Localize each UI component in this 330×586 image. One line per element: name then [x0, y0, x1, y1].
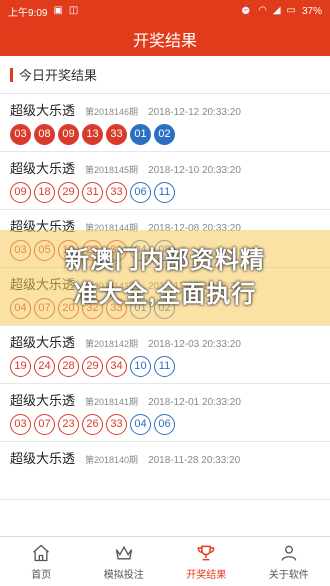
red-ball: 03: [10, 124, 31, 145]
overlay-line-1: 新澳门内部资料精: [65, 246, 265, 274]
draw-name: 超级大乐透: [10, 451, 76, 466]
blue-ball: 06: [154, 414, 175, 435]
draw-name: 超级大乐透: [10, 161, 76, 176]
section-accent-bar: [10, 67, 13, 82]
red-ball: 09: [58, 124, 79, 145]
red-ball: 28: [58, 356, 79, 377]
page-title: 开奖结果: [132, 33, 197, 50]
draw-row[interactable]: 超级大乐透 第2018145期 2018-12-10 20:33:20 09 18 29 3…: [0, 152, 330, 210]
alarm-icon: ⏰: [239, 5, 253, 16]
section-title: 今日开奖结果: [19, 68, 98, 83]
blue-ball: 11: [154, 356, 175, 377]
notification-icon: ▣: [53, 5, 63, 16]
draw-row[interactable]: 超级大乐透 第2018141期 2018-12-01 20:33:20 03 07 23 2…: [0, 384, 330, 442]
battery-level: 37%: [301, 5, 322, 17]
draw-header: 超级大乐透 第2018145期 2018-12-10 20:33:20: [10, 158, 320, 176]
draw-issue: 第2018146期: [85, 107, 139, 117]
red-ball: 09: [10, 182, 31, 203]
tab-about[interactable]: 关于软件: [248, 537, 330, 586]
draw-time: 2018-11-28 20:33:20: [148, 455, 241, 466]
draw-header: 超级大乐透 第2018142期 2018-12-03 20:33:20: [10, 332, 320, 350]
red-ball: 29: [82, 356, 103, 377]
signal-icon: ◢: [272, 5, 281, 16]
red-ball: 08: [34, 124, 55, 145]
red-ball: 31: [82, 182, 103, 203]
home-icon: [33, 544, 50, 561]
section-header: 今日开奖结果: [0, 56, 330, 94]
draw-time: 2018-12-12 20:33:20: [148, 107, 241, 118]
blue-ball: 01: [130, 124, 151, 145]
battery-icon: ▭: [286, 5, 296, 16]
red-ball: 33: [106, 124, 127, 145]
ball-group: 03 07 23 26 33 04 06: [10, 414, 320, 435]
red-ball: 03: [10, 414, 31, 435]
status-bar: 上午9:09 ▣ ◫ ⏰ ◠ ◢ ▭ 37%: [0, 0, 330, 22]
app-header: 开奖结果: [0, 22, 330, 56]
draw-issue: 第2018140期: [85, 455, 139, 465]
draw-row[interactable]: 超级大乐透 第2018140期 2018-11-28 20:33:20: [0, 442, 330, 500]
draw-issue: 第2018142期: [85, 339, 139, 349]
red-ball: 07: [34, 414, 55, 435]
ball-group: 09 18 29 31 33 06 11: [10, 182, 320, 203]
draw-time: 2018-12-01 20:33:20: [148, 397, 241, 408]
red-ball: 23: [58, 414, 79, 435]
wifi-icon: ◠: [258, 5, 267, 16]
red-ball: 33: [106, 182, 127, 203]
blue-ball: 04: [130, 414, 151, 435]
red-ball: 13: [82, 124, 103, 145]
draw-issue: 第2018141期: [85, 397, 139, 407]
draw-name: 超级大乐透: [10, 393, 76, 408]
draw-header: 超级大乐透 第2018141期 2018-12-01 20:33:20: [10, 390, 320, 408]
overlay-banner: 新澳门内部资料精 准大全,全面执行: [0, 230, 330, 325]
draw-time: 2018-12-03 20:33:20: [148, 339, 241, 350]
crown-icon: [115, 545, 132, 559]
ball-group: 19 24 28 29 34 10 11: [10, 356, 320, 377]
red-ball: 18: [34, 182, 55, 203]
red-ball: 33: [106, 414, 127, 435]
tab-label: 关于软件: [268, 569, 309, 581]
status-time: 上午9:09: [8, 7, 48, 19]
tab-mock-bet[interactable]: 模拟投注: [83, 537, 166, 586]
trophy-icon: [198, 545, 215, 560]
draw-header: 超级大乐透 第2018140期 2018-11-28 20:33:20: [10, 448, 320, 466]
draw-issue: 第2018145期: [85, 165, 139, 175]
red-ball: 24: [34, 356, 55, 377]
red-ball: 19: [10, 356, 31, 377]
red-ball: 26: [82, 414, 103, 435]
blue-ball: 11: [154, 182, 175, 203]
blue-ball: 06: [130, 182, 151, 203]
draw-row[interactable]: 超级大乐透 第2018142期 2018-12-03 20:33:20 19 24 28 2…: [0, 326, 330, 384]
tab-label: 模拟投注: [103, 569, 144, 581]
overlay-line-2: 准大全,全面执行: [73, 280, 257, 308]
ball-group: 03 08 09 13 33 01 02: [10, 124, 320, 145]
tab-label: 开奖结果: [186, 569, 227, 581]
bottom-tab-bar: 首页 模拟投注 开奖结果 关于软件: [0, 536, 330, 586]
draw-time: 2018-12-10 20:33:20: [148, 165, 241, 176]
blue-ball: 10: [130, 356, 151, 377]
draw-row[interactable]: 超级大乐透 第2018146期 2018-12-12 20:33:20 03 08 09 1…: [0, 94, 330, 152]
draw-header: 超级大乐透 第2018146期 2018-12-12 20:33:20: [10, 100, 320, 118]
draw-name: 超级大乐透: [10, 335, 76, 350]
app-icon: ◫: [68, 5, 79, 16]
user-icon: [281, 545, 297, 561]
red-ball: 29: [58, 182, 79, 203]
red-ball: 34: [106, 356, 127, 377]
tab-label: 首页: [31, 569, 52, 581]
draw-name: 超级大乐透: [10, 103, 76, 118]
tab-home[interactable]: 首页: [0, 537, 83, 586]
blue-ball: 02: [154, 124, 175, 145]
tab-results[interactable]: 开奖结果: [165, 537, 248, 586]
